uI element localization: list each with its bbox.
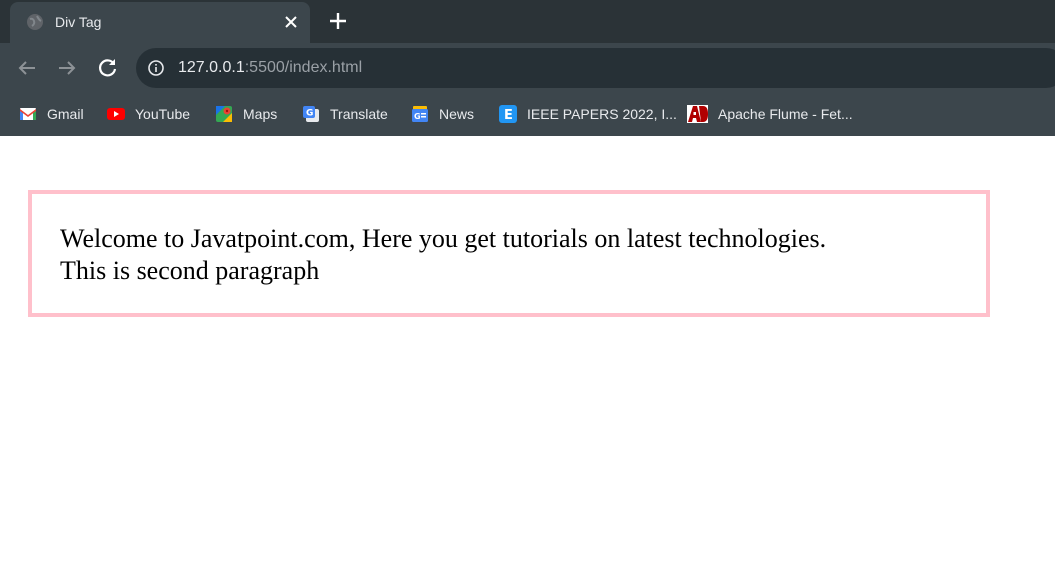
bookmark-maps[interactable]: Maps — [215, 103, 277, 125]
tab-strip: Div Tag — [0, 0, 1055, 43]
url-host: 127.0.0.1 — [178, 59, 245, 76]
address-bar[interactable]: 127.0.0.1:5500/index.html — [136, 48, 1055, 88]
globe-icon — [26, 13, 44, 31]
bookmark-apache-flume[interactable]: Apache Flume - Fet... — [687, 103, 853, 125]
arrow-right-icon — [54, 61, 80, 85]
ad-logo-icon — [687, 105, 708, 123]
gmail-icon — [19, 105, 37, 123]
e-badge-icon: E — [499, 105, 517, 123]
forward-button[interactable] — [54, 55, 80, 81]
bookmark-news[interactable]: G News — [411, 103, 474, 125]
bookmark-label: News — [439, 106, 475, 122]
bookmark-youtube[interactable]: YouTube — [107, 103, 190, 125]
close-icon[interactable] — [280, 11, 302, 33]
youtube-icon — [107, 105, 125, 123]
bookmark-label: IEEE PAPERS 2022, I... — [527, 106, 677, 122]
browser-toolbar: 127.0.0.1:5500/index.html — [0, 43, 1055, 93]
paragraph-second: This is second paragraph — [60, 256, 320, 285]
arrow-left-icon — [14, 61, 40, 85]
bookmark-label: Gmail — [47, 106, 84, 122]
reload-icon — [95, 59, 121, 85]
bookmark-label: YouTube — [135, 106, 191, 122]
reload-button[interactable] — [95, 55, 121, 81]
tab-title: Div Tag — [55, 14, 102, 30]
back-button[interactable] — [14, 55, 40, 81]
bookmark-label: Apache Flume - Fet... — [718, 106, 853, 122]
bookmark-gmail[interactable]: Gmail — [19, 103, 84, 125]
bookmark-label: Translate — [330, 106, 388, 122]
url-text: 127.0.0.1:5500/index.html — [178, 59, 362, 77]
translate-icon: G — [302, 105, 320, 123]
page-content: Welcome to Javatpoint.com, Here you get … — [0, 136, 1055, 568]
bookmark-label: Maps — [243, 106, 278, 122]
plus-icon — [324, 10, 352, 40]
svg-text:G: G — [306, 109, 313, 119]
bookmark-ieee-papers[interactable]: E IEEE PAPERS 2022, I... — [499, 103, 677, 125]
bookmarks-bar: Gmail YouTube Maps G Translate G News E … — [0, 93, 1055, 136]
div-container: Welcome to Javatpoint.com, Here you get … — [28, 190, 990, 317]
new-tab-button[interactable] — [324, 8, 352, 34]
svg-text:G: G — [414, 112, 421, 121]
maps-icon — [215, 105, 233, 123]
bookmark-translate[interactable]: G Translate — [302, 103, 388, 125]
tab-div-tag[interactable]: Div Tag — [10, 2, 310, 43]
svg-text:E: E — [504, 108, 513, 123]
url-path: :5500/index.html — [244, 59, 363, 76]
news-icon: G — [411, 105, 429, 123]
paragraph-first: Welcome to Javatpoint.com, Here you get … — [60, 224, 827, 253]
info-icon[interactable] — [148, 60, 164, 76]
